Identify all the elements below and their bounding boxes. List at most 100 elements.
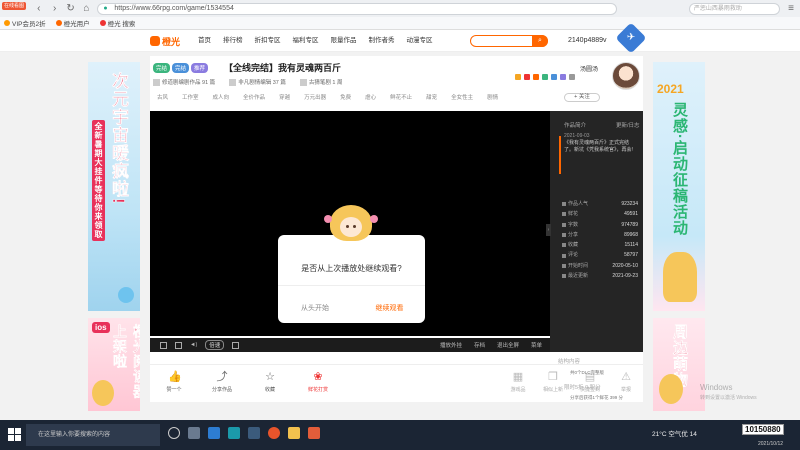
left-app-banner[interactable]: ios 橙光阅读器上架啦	[88, 318, 140, 411]
control-label[interactable]: 菜单	[531, 341, 542, 349]
screenshot-icon[interactable]	[175, 341, 182, 349]
book-icon	[299, 78, 307, 86]
category-tag[interactable]: 免费	[340, 93, 351, 101]
author-avatar[interactable]	[612, 62, 640, 90]
player-right-controls: 播放外挂 存档 退出全屏 菜单	[440, 341, 542, 349]
meta-item[interactable]: 修道剧编剧作品 91 篇	[153, 78, 215, 86]
taskbar-apps	[168, 427, 320, 439]
ios-badge: ios	[92, 322, 110, 333]
left-ad-banner[interactable]: 次元宇宙暖疯啦! 全新暑期大挂件等待你来领取	[88, 62, 140, 311]
right-banner-headline: 灵感·启动征稿活动	[671, 102, 688, 236]
nav-item-home[interactable]: 首页	[198, 35, 211, 47]
nav-item-limited[interactable]: 限量作品	[331, 35, 357, 47]
flower-button[interactable]: ❀ 鲜花打赏	[301, 371, 335, 393]
record-icon[interactable]	[232, 341, 240, 349]
volume-icon[interactable]: ◄)	[190, 342, 197, 348]
stat-icon	[562, 243, 566, 248]
bookmark-icon	[99, 20, 106, 26]
continue-button[interactable]: 继续观看	[362, 303, 417, 313]
main-nav: 首页 排行榜 折扣专区 福利专区 限量作品 制作者秀 动漫专区	[198, 35, 433, 47]
steam-icon[interactable]	[248, 427, 260, 439]
resume-question: 是否从上次播放处继续观看?	[301, 264, 402, 273]
nav-item-makers[interactable]: 制作者秀	[369, 35, 395, 47]
favorite-button[interactable]: ☆ 收藏	[253, 371, 287, 393]
task-view-icon[interactable]	[168, 427, 180, 439]
category-tag[interactable]: 虐心	[365, 93, 376, 101]
app-icon[interactable]	[308, 427, 320, 439]
category-tag[interactable]: 鲜花不止	[390, 93, 412, 101]
follow-button[interactable]: + 关注	[564, 93, 600, 102]
info-tab[interactable]: 作品简介	[564, 121, 586, 129]
game-tags: 完结 完结 推荐	[153, 63, 209, 73]
meta-item[interactable]: 非凡剧情编辑 37 篇	[229, 78, 286, 86]
collapse-arrow-icon[interactable]: ›	[546, 224, 551, 236]
browser-search-input[interactable]: 严惩山西暴雨救助	[688, 2, 781, 15]
category-tag[interactable]: 全价作品	[243, 93, 265, 101]
similar-button[interactable]: ❐ 相似上新	[536, 371, 570, 393]
control-label[interactable]: 播放外挂	[440, 341, 462, 349]
share-button[interactable]: ⤴ 分享作品	[205, 371, 239, 393]
category-tag[interactable]: 工作室	[182, 93, 199, 101]
control-label[interactable]: 存档	[474, 341, 485, 349]
windows-start-icon[interactable]	[8, 428, 22, 442]
taskbar-search-input[interactable]: 在这里输入你要搜索的内容	[26, 424, 160, 446]
right-merch-banner[interactable]: 周边萌物	[653, 318, 705, 411]
forward-icon[interactable]: ›	[50, 3, 60, 14]
game-info-button[interactable]: ▦ 游戏品	[501, 371, 535, 393]
search-icon[interactable]: ⌕	[532, 35, 548, 47]
address-bar[interactable]: ● https://www.66rpg.com/game/1534554	[97, 2, 618, 15]
menu-icon[interactable]: ≡	[786, 3, 796, 14]
taskbar-date[interactable]: 2021/10/12	[758, 441, 783, 447]
home-icon[interactable]: ⌂	[82, 3, 92, 14]
mascot-icon	[663, 252, 697, 302]
flower-icon: ❀	[313, 371, 323, 383]
fullscreen-icon[interactable]	[160, 341, 167, 349]
nav-item-ranking[interactable]: 排行榜	[223, 35, 243, 47]
site-search-input[interactable]: ⌕	[470, 35, 548, 47]
user-name[interactable]: 2140p4889v	[568, 35, 607, 47]
badge-icon	[533, 74, 539, 80]
widgets-icon[interactable]	[188, 427, 200, 439]
control-label[interactable]: 退出全屏	[497, 341, 519, 349]
category-tag[interactable]: 穿越	[279, 93, 290, 101]
like-button[interactable]: 👍 赞一个	[157, 371, 191, 393]
nav-item-welfare[interactable]: 福利专区	[293, 35, 319, 47]
right-ad-banner[interactable]: 2021 灵感·启动征稿活动	[653, 62, 705, 311]
game-player[interactable]: 是否从上次播放处继续观看? 从头开始 继续观看	[150, 111, 550, 336]
report-button[interactable]: ⚠ 举报	[609, 371, 643, 393]
dialog-divider	[278, 285, 425, 286]
tab-badge[interactable]: 在线看图	[2, 2, 26, 10]
restart-button[interactable]: 从头开始	[290, 303, 340, 313]
right-banner-year: 2021	[657, 82, 684, 96]
store-icon[interactable]	[208, 427, 220, 439]
category-tag[interactable]: 成人向	[213, 93, 230, 101]
calendar-icon: ▤	[584, 371, 596, 383]
bookmark-item[interactable]: 橙光用户	[55, 18, 90, 28]
category-tag[interactable]: 甜宠	[426, 93, 437, 101]
stat-icon	[562, 212, 566, 217]
checkin-button[interactable]: ▤ 快捷签到	[573, 371, 607, 393]
category-tag[interactable]: 古风	[157, 93, 168, 101]
left-banner-headline: 次元宇宙暖疯啦!	[109, 72, 128, 205]
stat-row: 收藏 15114	[562, 240, 638, 250]
refresh-icon[interactable]: ↻	[66, 3, 76, 14]
back-icon[interactable]: ‹	[34, 3, 44, 14]
bookmark-item[interactable]: 橙光 搜索	[99, 18, 135, 28]
bookmark-item[interactable]: VIP会员2折	[4, 18, 46, 28]
speed-button[interactable]: 倍速	[205, 340, 225, 350]
nav-item-anime[interactable]: 动漫专区	[407, 35, 433, 47]
author-name[interactable]: 汤圆汤	[580, 64, 598, 73]
browser-icon[interactable]	[268, 427, 280, 439]
update-log-link[interactable]: 更新/日志	[616, 121, 640, 129]
site-logo[interactable]: 橙光	[150, 35, 180, 47]
stat-row: 鲜花 49591	[562, 209, 638, 219]
category-tag[interactable]: 剧情	[487, 93, 498, 101]
weather-readout[interactable]: 21°C 空气优 14	[652, 428, 697, 438]
category-tag[interactable]: 万元出器	[304, 93, 326, 101]
category-tag[interactable]: 全女性主	[451, 93, 473, 101]
nav-item-discount[interactable]: 折扣专区	[255, 35, 281, 47]
meta-item[interactable]: 古猜笔剧 1 周	[299, 78, 343, 86]
tag-badge: 完结	[153, 63, 171, 73]
app-icon[interactable]	[228, 427, 240, 439]
folder-icon[interactable]	[288, 427, 300, 439]
